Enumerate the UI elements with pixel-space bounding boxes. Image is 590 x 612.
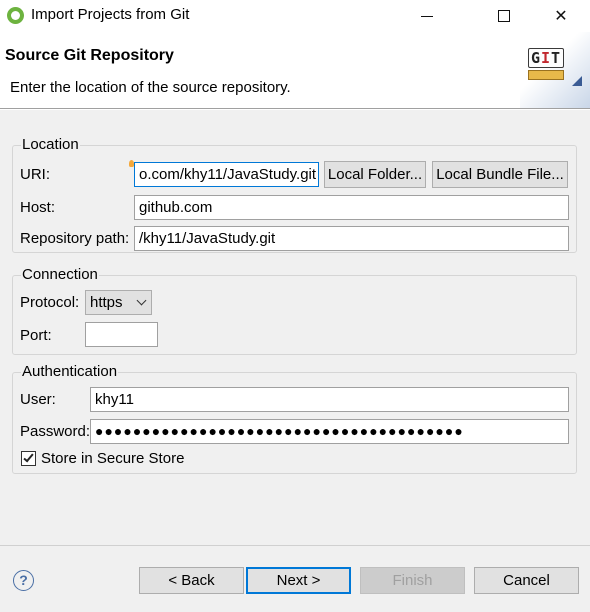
- close-button[interactable]: ✕: [538, 0, 584, 32]
- protocol-select[interactable]: https: [85, 290, 152, 315]
- footer-separator: [0, 545, 590, 546]
- git-logo-corner: [572, 76, 582, 86]
- git-logo: GIT: [520, 32, 590, 108]
- location-group-title: Location: [21, 136, 80, 153]
- maximize-icon: [498, 10, 510, 22]
- next-button[interactable]: Next >: [246, 567, 351, 594]
- minimize-icon: [421, 15, 433, 17]
- cancel-button[interactable]: Cancel: [474, 567, 579, 594]
- back-button[interactable]: < Back: [139, 567, 244, 594]
- uri-input[interactable]: o.com/khy11/JavaStudy.git: [134, 162, 319, 187]
- port-input[interactable]: [85, 322, 158, 347]
- git-logo-text: GIT: [528, 48, 564, 68]
- maximize-button[interactable]: [481, 0, 527, 32]
- protocol-label: Protocol:: [20, 294, 80, 311]
- header-separator-highlight: [0, 109, 590, 110]
- user-label: User:: [20, 391, 56, 408]
- minimize-button[interactable]: [404, 0, 450, 32]
- connection-group-title: Connection: [21, 266, 99, 283]
- page-title: Source Git Repository: [5, 47, 174, 64]
- title-bar: Import Projects from Git ✕: [0, 0, 590, 32]
- local-bundle-file-button[interactable]: Local Bundle File...: [432, 161, 568, 188]
- window-title: Import Projects from Git: [31, 6, 190, 23]
- repository-path-label: Repository path:: [20, 230, 130, 247]
- host-label: Host:: [20, 199, 56, 216]
- host-input[interactable]: github.com: [134, 195, 569, 220]
- password-input[interactable]: ●●●●●●●●●●●●●●●●●●●●●●●●●●●●●●●●●●●●●●●: [90, 419, 569, 444]
- password-label: Password:: [20, 423, 91, 440]
- chevron-down-icon: [136, 295, 147, 306]
- check-icon: [23, 451, 34, 463]
- help-icon[interactable]: ?: [13, 570, 34, 591]
- protocol-select-value: https: [90, 294, 123, 311]
- store-secure-label[interactable]: Store in Secure Store: [41, 450, 184, 467]
- store-secure-checkbox[interactable]: [21, 451, 36, 466]
- git-logo-bar: [528, 70, 564, 80]
- uri-label: URI:: [20, 166, 50, 183]
- eclipse-app-icon: [7, 7, 24, 24]
- local-folder-button[interactable]: Local Folder...: [324, 161, 426, 188]
- page-description: Enter the location of the source reposit…: [10, 79, 291, 96]
- repository-path-input[interactable]: /khy11/JavaStudy.git: [134, 226, 569, 251]
- finish-button[interactable]: Finish: [360, 567, 465, 594]
- authentication-group-title: Authentication: [21, 363, 119, 380]
- user-input[interactable]: khy11: [90, 387, 569, 412]
- close-icon: ✕: [554, 8, 568, 25]
- port-label: Port:: [20, 327, 52, 344]
- wizard-header: Source Git Repository Enter the location…: [0, 32, 590, 108]
